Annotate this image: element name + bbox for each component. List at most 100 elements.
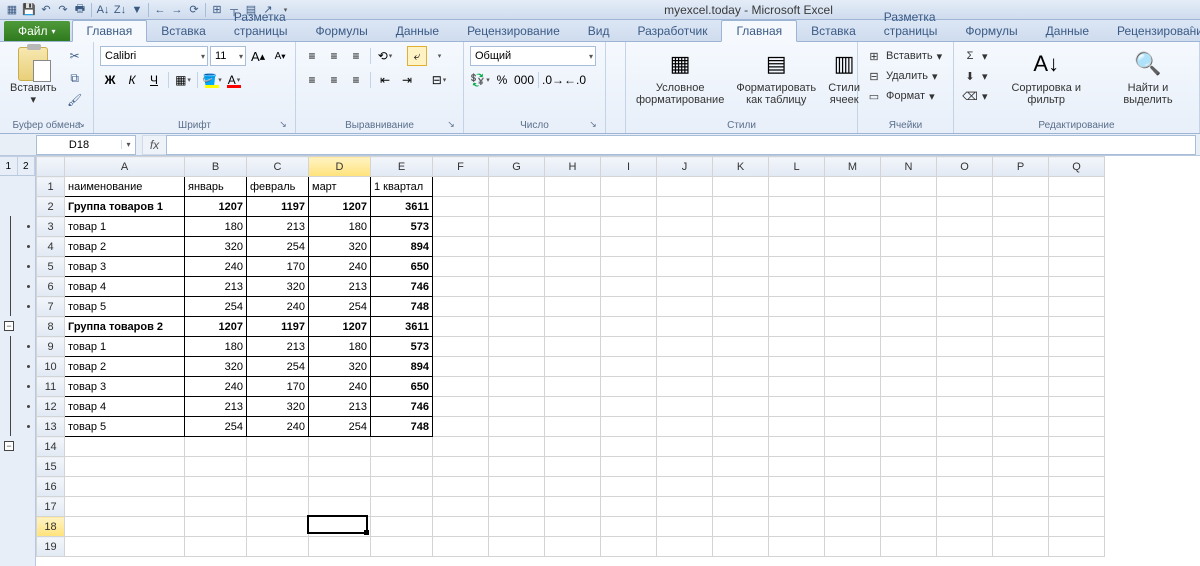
cell-O14[interactable] bbox=[937, 437, 993, 457]
outline-toggle[interactable]: − bbox=[4, 441, 14, 451]
cell-J13[interactable] bbox=[657, 417, 713, 437]
col-header-L[interactable]: L bbox=[769, 157, 825, 177]
cell-Q16[interactable] bbox=[1049, 477, 1105, 497]
cell-B1[interactable]: январь bbox=[185, 177, 247, 197]
cell-K12[interactable] bbox=[713, 397, 769, 417]
cell-K9[interactable] bbox=[713, 337, 769, 357]
cell-H18[interactable] bbox=[545, 517, 601, 537]
cell-M10[interactable] bbox=[825, 357, 881, 377]
cell-D18[interactable] bbox=[309, 517, 371, 537]
wrap-text-icon[interactable]: ⤶ bbox=[407, 46, 427, 66]
italic-button[interactable]: К bbox=[122, 70, 142, 90]
col-header-E[interactable]: E bbox=[371, 157, 433, 177]
cell-I14[interactable] bbox=[601, 437, 657, 457]
cell-P9[interactable] bbox=[993, 337, 1049, 357]
cell-K8[interactable] bbox=[713, 317, 769, 337]
cell-I13[interactable] bbox=[601, 417, 657, 437]
cell-J9[interactable] bbox=[657, 337, 713, 357]
col-header-D[interactable]: D bbox=[309, 157, 371, 177]
cell-N17[interactable] bbox=[881, 497, 937, 517]
cell-G16[interactable] bbox=[489, 477, 545, 497]
cell-I11[interactable] bbox=[601, 377, 657, 397]
cell-E19[interactable] bbox=[371, 537, 433, 557]
cell-K10[interactable] bbox=[713, 357, 769, 377]
cell-N14[interactable] bbox=[881, 437, 937, 457]
align-bottom-icon[interactable]: ≡ bbox=[346, 46, 366, 66]
cell-P3[interactable] bbox=[993, 217, 1049, 237]
cell-G5[interactable] bbox=[489, 257, 545, 277]
cell-J12[interactable] bbox=[657, 397, 713, 417]
cell-G11[interactable] bbox=[489, 377, 545, 397]
cell-P14[interactable] bbox=[993, 437, 1049, 457]
col-header-B[interactable]: B bbox=[185, 157, 247, 177]
cell-O4[interactable] bbox=[937, 237, 993, 257]
cell-A2[interactable]: Группа товаров 1 bbox=[65, 197, 185, 217]
cell-E3[interactable]: 573 bbox=[371, 217, 433, 237]
cell-Q15[interactable] bbox=[1049, 457, 1105, 477]
cell-F7[interactable] bbox=[433, 297, 489, 317]
cell-M17[interactable] bbox=[825, 497, 881, 517]
cell-H9[interactable] bbox=[545, 337, 601, 357]
cell-M19[interactable] bbox=[825, 537, 881, 557]
cell-P10[interactable] bbox=[993, 357, 1049, 377]
outline-level-1[interactable]: 1 bbox=[0, 156, 18, 175]
cell-D2[interactable]: 1207 bbox=[309, 197, 371, 217]
cell-D7[interactable]: 254 bbox=[309, 297, 371, 317]
cell-G4[interactable] bbox=[489, 237, 545, 257]
cell-A1[interactable]: наименование bbox=[65, 177, 185, 197]
cell-G19[interactable] bbox=[489, 537, 545, 557]
cell-D17[interactable] bbox=[309, 497, 371, 517]
cell-G7[interactable] bbox=[489, 297, 545, 317]
cell-O13[interactable] bbox=[937, 417, 993, 437]
file-tab[interactable]: Файл bbox=[4, 21, 70, 41]
cell-B7[interactable]: 254 bbox=[185, 297, 247, 317]
cell-J2[interactable] bbox=[657, 197, 713, 217]
cell-L13[interactable] bbox=[769, 417, 825, 437]
cell-A6[interactable]: товар 4 bbox=[65, 277, 185, 297]
borders-icon[interactable]: ▦ bbox=[173, 70, 193, 90]
cell-C3[interactable]: 213 bbox=[247, 217, 309, 237]
align-right-icon[interactable]: ≡ bbox=[346, 70, 366, 90]
cell-E11[interactable]: 650 bbox=[371, 377, 433, 397]
cell-M11[interactable] bbox=[825, 377, 881, 397]
cell-O11[interactable] bbox=[937, 377, 993, 397]
row-header-5[interactable]: 5 bbox=[37, 257, 65, 277]
cell-H1[interactable] bbox=[545, 177, 601, 197]
cell-O9[interactable] bbox=[937, 337, 993, 357]
tab-вставка[interactable]: Вставка bbox=[797, 21, 870, 41]
cell-M2[interactable] bbox=[825, 197, 881, 217]
cell-K19[interactable] bbox=[713, 537, 769, 557]
cell-F15[interactable] bbox=[433, 457, 489, 477]
print-icon[interactable]: 🖶 bbox=[72, 2, 88, 18]
grid[interactable]: ABCDEFGHIJKLMNOPQ1наименованиеянварьфевр… bbox=[36, 156, 1200, 566]
align-center-icon[interactable]: ≡ bbox=[324, 70, 344, 90]
tab-0[interactable]: Главная bbox=[72, 20, 148, 42]
cell-A10[interactable]: товар 2 bbox=[65, 357, 185, 377]
cell-K15[interactable] bbox=[713, 457, 769, 477]
tab-4[interactable]: Данные bbox=[382, 21, 453, 41]
cell-I7[interactable] bbox=[601, 297, 657, 317]
row-header-8[interactable]: 8 bbox=[37, 317, 65, 337]
cell-B13[interactable]: 254 bbox=[185, 417, 247, 437]
cell-A11[interactable]: товар 3 bbox=[65, 377, 185, 397]
number-launcher-icon[interactable]: ↘ bbox=[587, 119, 599, 131]
cell-H12[interactable] bbox=[545, 397, 601, 417]
cell-L15[interactable] bbox=[769, 457, 825, 477]
cell-I10[interactable] bbox=[601, 357, 657, 377]
cell-B9[interactable]: 180 bbox=[185, 337, 247, 357]
cell-E15[interactable] bbox=[371, 457, 433, 477]
cell-D14[interactable] bbox=[309, 437, 371, 457]
row-header-14[interactable]: 14 bbox=[37, 437, 65, 457]
cell-O1[interactable] bbox=[937, 177, 993, 197]
accounting-icon[interactable]: 💱 bbox=[470, 70, 490, 90]
clear-button[interactable]: ⌫▾ bbox=[960, 86, 990, 106]
cell-J19[interactable] bbox=[657, 537, 713, 557]
format-as-table-button[interactable]: ▤ Форматировать как таблицу bbox=[732, 46, 820, 108]
cell-F19[interactable] bbox=[433, 537, 489, 557]
cell-M3[interactable] bbox=[825, 217, 881, 237]
row-header-6[interactable]: 6 bbox=[37, 277, 65, 297]
cell-O3[interactable] bbox=[937, 217, 993, 237]
cell-E8[interactable]: 3611 bbox=[371, 317, 433, 337]
cell-F5[interactable] bbox=[433, 257, 489, 277]
cell-O7[interactable] bbox=[937, 297, 993, 317]
